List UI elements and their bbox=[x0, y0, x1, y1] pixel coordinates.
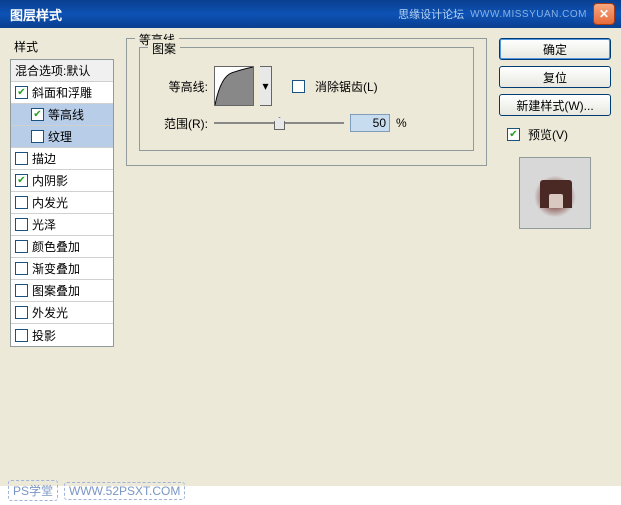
style-item-label: 颜色叠加 bbox=[32, 238, 80, 255]
watermark: PS学堂 WWW.52PSXT.COM bbox=[8, 480, 185, 501]
style-checkbox[interactable] bbox=[15, 262, 28, 275]
style-item-9[interactable]: 渐变叠加 bbox=[11, 258, 113, 280]
style-item-4[interactable]: 描边 bbox=[11, 148, 113, 170]
style-item-8[interactable]: 颜色叠加 bbox=[11, 236, 113, 258]
close-icon: ✕ bbox=[599, 7, 609, 21]
preview-thumbnail bbox=[519, 157, 591, 229]
range-label: 范围(R): bbox=[152, 115, 208, 132]
window-title: 图层样式 bbox=[10, 5, 398, 24]
style-item-label: 外发光 bbox=[32, 304, 68, 321]
dialog-body: 样式 混合选项:默认斜面和浮雕等高线纹理描边内阴影内发光光泽颜色叠加渐变叠加图案… bbox=[0, 28, 621, 486]
style-item-label: 渐变叠加 bbox=[32, 260, 80, 277]
preview-label: 预览(V) bbox=[528, 126, 568, 143]
style-checkbox[interactable] bbox=[15, 284, 28, 297]
settings-column: 等高线 图案 等高线: ▾ 消除锯齿(L) bbox=[126, 38, 487, 476]
buttons-column: 确定 复位 新建样式(W)... 预览(V) bbox=[499, 38, 611, 476]
watermark-b: WWW.52PSXT.COM bbox=[64, 482, 185, 500]
styles-list: 混合选项:默认斜面和浮雕等高线纹理描边内阴影内发光光泽颜色叠加渐变叠加图案叠加外… bbox=[10, 59, 114, 347]
style-checkbox[interactable] bbox=[15, 218, 28, 231]
style-item-10[interactable]: 图案叠加 bbox=[11, 280, 113, 302]
close-button[interactable]: ✕ bbox=[593, 3, 615, 25]
style-item-3[interactable]: 纹理 bbox=[11, 126, 113, 148]
contour-row: 等高线: ▾ 消除锯齿(L) bbox=[152, 66, 461, 106]
style-item-0[interactable]: 混合选项:默认 bbox=[11, 60, 113, 82]
styles-column: 样式 混合选项:默认斜面和浮雕等高线纹理描边内阴影内发光光泽颜色叠加渐变叠加图案… bbox=[10, 38, 114, 476]
reset-button[interactable]: 复位 bbox=[499, 66, 611, 88]
range-input[interactable] bbox=[350, 114, 390, 132]
style-item-2[interactable]: 等高线 bbox=[11, 104, 113, 126]
style-item-label: 等高线 bbox=[48, 106, 84, 123]
style-item-label: 混合选项:默认 bbox=[15, 62, 90, 79]
style-item-1[interactable]: 斜面和浮雕 bbox=[11, 82, 113, 104]
style-checkbox[interactable] bbox=[15, 152, 28, 165]
titlebar: 图层样式 思缘设计论坛 WWW.MISSYUAN.COM ✕ bbox=[0, 0, 621, 28]
chevron-down-icon: ▾ bbox=[262, 79, 268, 93]
slider-thumb[interactable] bbox=[274, 117, 285, 130]
contour-picker[interactable] bbox=[214, 66, 254, 106]
antialias-checkbox[interactable] bbox=[292, 80, 305, 93]
preview-shape bbox=[540, 180, 572, 208]
antialias-label: 消除锯齿(L) bbox=[315, 78, 378, 95]
pattern-legend: 图案 bbox=[148, 40, 180, 57]
style-item-5[interactable]: 内阴影 bbox=[11, 170, 113, 192]
style-checkbox[interactable] bbox=[15, 329, 28, 342]
style-checkbox[interactable] bbox=[15, 174, 28, 187]
style-item-6[interactable]: 内发光 bbox=[11, 192, 113, 214]
contour-fieldset: 等高线 图案 等高线: ▾ 消除锯齿(L) bbox=[126, 38, 487, 166]
range-unit: % bbox=[396, 116, 407, 130]
preview-row: 预览(V) bbox=[499, 126, 568, 143]
watermark-a: PS学堂 bbox=[8, 480, 58, 501]
style-item-label: 描边 bbox=[32, 150, 56, 167]
style-item-label: 投影 bbox=[32, 327, 56, 344]
style-checkbox[interactable] bbox=[15, 196, 28, 209]
style-item-11[interactable]: 外发光 bbox=[11, 302, 113, 324]
ok-button[interactable]: 确定 bbox=[499, 38, 611, 60]
pattern-fieldset: 图案 等高线: ▾ 消除锯齿(L) bbox=[139, 47, 474, 151]
style-item-label: 内阴影 bbox=[32, 172, 68, 189]
contour-curve-icon bbox=[215, 67, 253, 105]
brand-text: 思缘设计论坛 bbox=[398, 6, 464, 22]
style-checkbox[interactable] bbox=[15, 306, 28, 319]
styles-heading: 样式 bbox=[10, 38, 114, 55]
style-checkbox[interactable] bbox=[31, 130, 44, 143]
range-slider[interactable] bbox=[214, 114, 344, 132]
range-row: 范围(R): % bbox=[152, 114, 461, 132]
style-checkbox[interactable] bbox=[15, 86, 28, 99]
style-item-7[interactable]: 光泽 bbox=[11, 214, 113, 236]
style-checkbox[interactable] bbox=[31, 108, 44, 121]
preview-checkbox[interactable] bbox=[507, 128, 520, 141]
brand-url: WWW.MISSYUAN.COM bbox=[470, 9, 587, 20]
new-style-button[interactable]: 新建样式(W)... bbox=[499, 94, 611, 116]
style-item-label: 图案叠加 bbox=[32, 282, 80, 299]
style-item-label: 纹理 bbox=[48, 128, 72, 145]
style-item-label: 光泽 bbox=[32, 216, 56, 233]
style-item-label: 内发光 bbox=[32, 194, 68, 211]
contour-dropdown-arrow[interactable]: ▾ bbox=[260, 66, 272, 106]
contour-label: 等高线: bbox=[152, 78, 208, 95]
style-checkbox[interactable] bbox=[15, 240, 28, 253]
style-item-label: 斜面和浮雕 bbox=[32, 84, 92, 101]
style-item-12[interactable]: 投影 bbox=[11, 324, 113, 346]
